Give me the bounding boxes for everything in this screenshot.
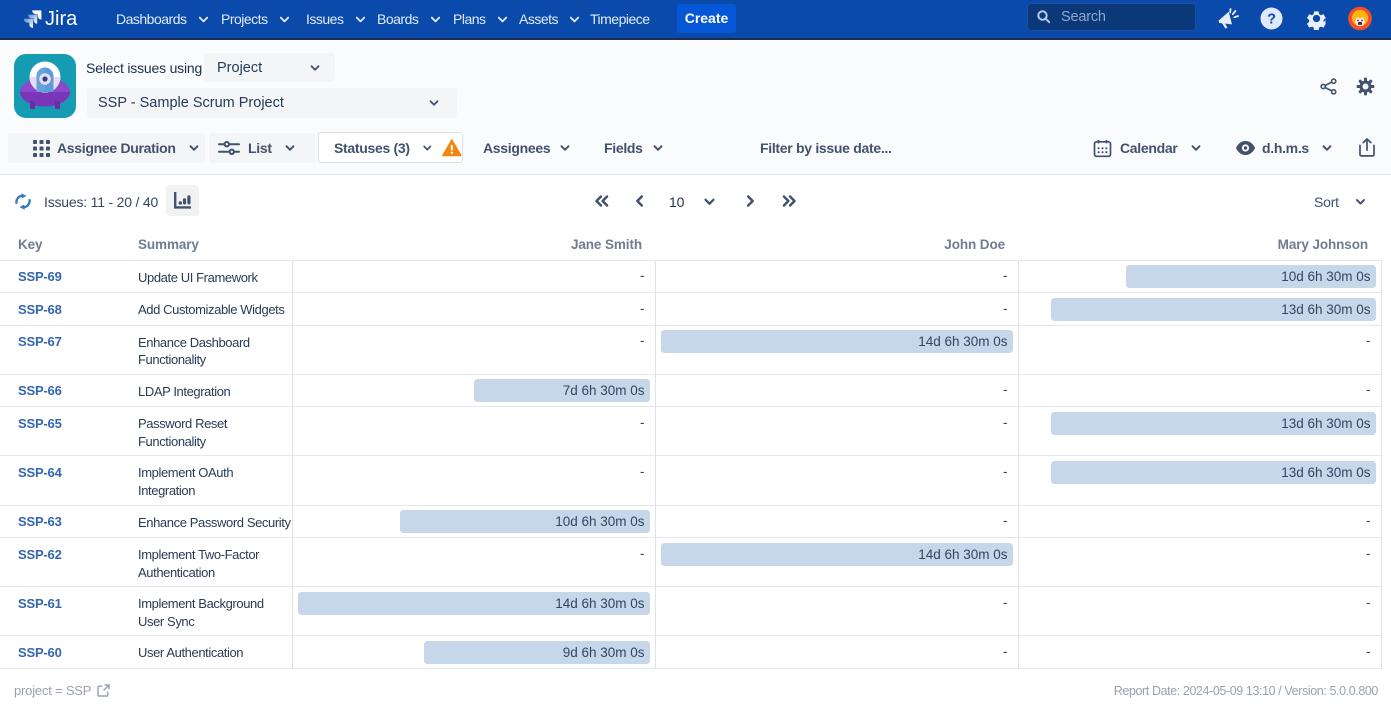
svg-text:?: ? bbox=[1267, 11, 1276, 27]
